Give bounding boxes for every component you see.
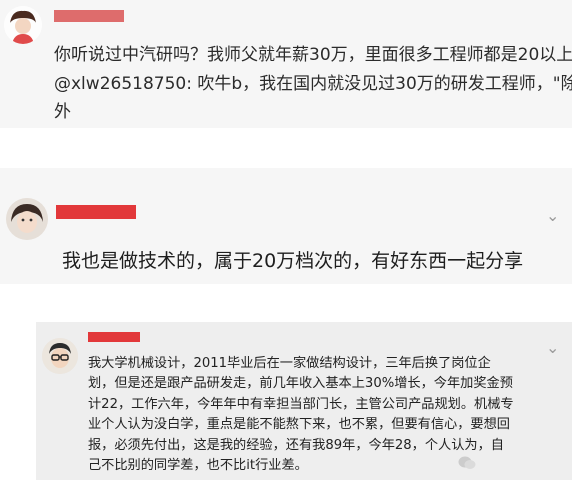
comment-card-2: ⌄ 我也是做技术的，属于20万档次的，有好东西一起分享 — [0, 168, 572, 284]
comment-body: 我大学机械设计，2011毕业后在一家做结构设计，三年后换了岗位企 划，但是还是跟… — [88, 354, 566, 476]
wechat-watermark — [458, 456, 476, 473]
comment-text-line: 我也是做技术的，属于20万档次的，有好东西一起分享 — [62, 250, 524, 272]
comment-text-line: 我大学机械设计，2011毕业后在一家做结构设计，三年后换了岗位企 — [88, 356, 491, 371]
redacted-username — [54, 10, 124, 22]
user-avatar[interactable] — [6, 198, 48, 240]
wechat-watermark-icon — [458, 456, 476, 473]
comment-text-line: 你听说过中汽研吗？我师父就年薪30万，里面很多工程师都是20以上 — [54, 45, 572, 65]
comment-card-3: ⌄ 我大学机械设计，2011毕业后在一家做结构设计，三年后换了岗位企 划，但是还… — [36, 322, 572, 480]
comment-text-line: 外 — [54, 102, 71, 122]
comment-card-1: 你听说过中汽研吗？我师父就年薪30万，里面很多工程师都是20以上 @xlw265… — [0, 0, 572, 128]
comment-text-line: 划，但是还是跟产品研发走，前几年收入基本上30%增长，今年加奖金预 — [88, 376, 513, 392]
comment-text-line: 报，必须先付出，这是我的经验，还有我89年，今年28，个人认为，自 — [88, 437, 504, 453]
comment-text-line: 计22，工作六年，今年年中有幸担当部门长，主管公司产品规划。机械专 — [88, 396, 514, 412]
redacted-username — [56, 205, 136, 219]
comment-text-line: 己不比别的同学差，也不比it行业差。 — [88, 458, 308, 474]
user-avatar[interactable] — [4, 6, 42, 44]
chevron-down-icon[interactable]: ⌄ — [546, 208, 559, 224]
redacted-username — [88, 332, 140, 342]
comment-text-line: 业个人认为没白学，重点是能不能熬下来，也不累，但要有信心，要想回 — [88, 417, 510, 433]
user-avatar[interactable] — [42, 338, 78, 374]
comment-text-line: @xlw26518750: 吹牛b，我在国内就没见过30万的研发工程师，"除 — [54, 74, 572, 94]
